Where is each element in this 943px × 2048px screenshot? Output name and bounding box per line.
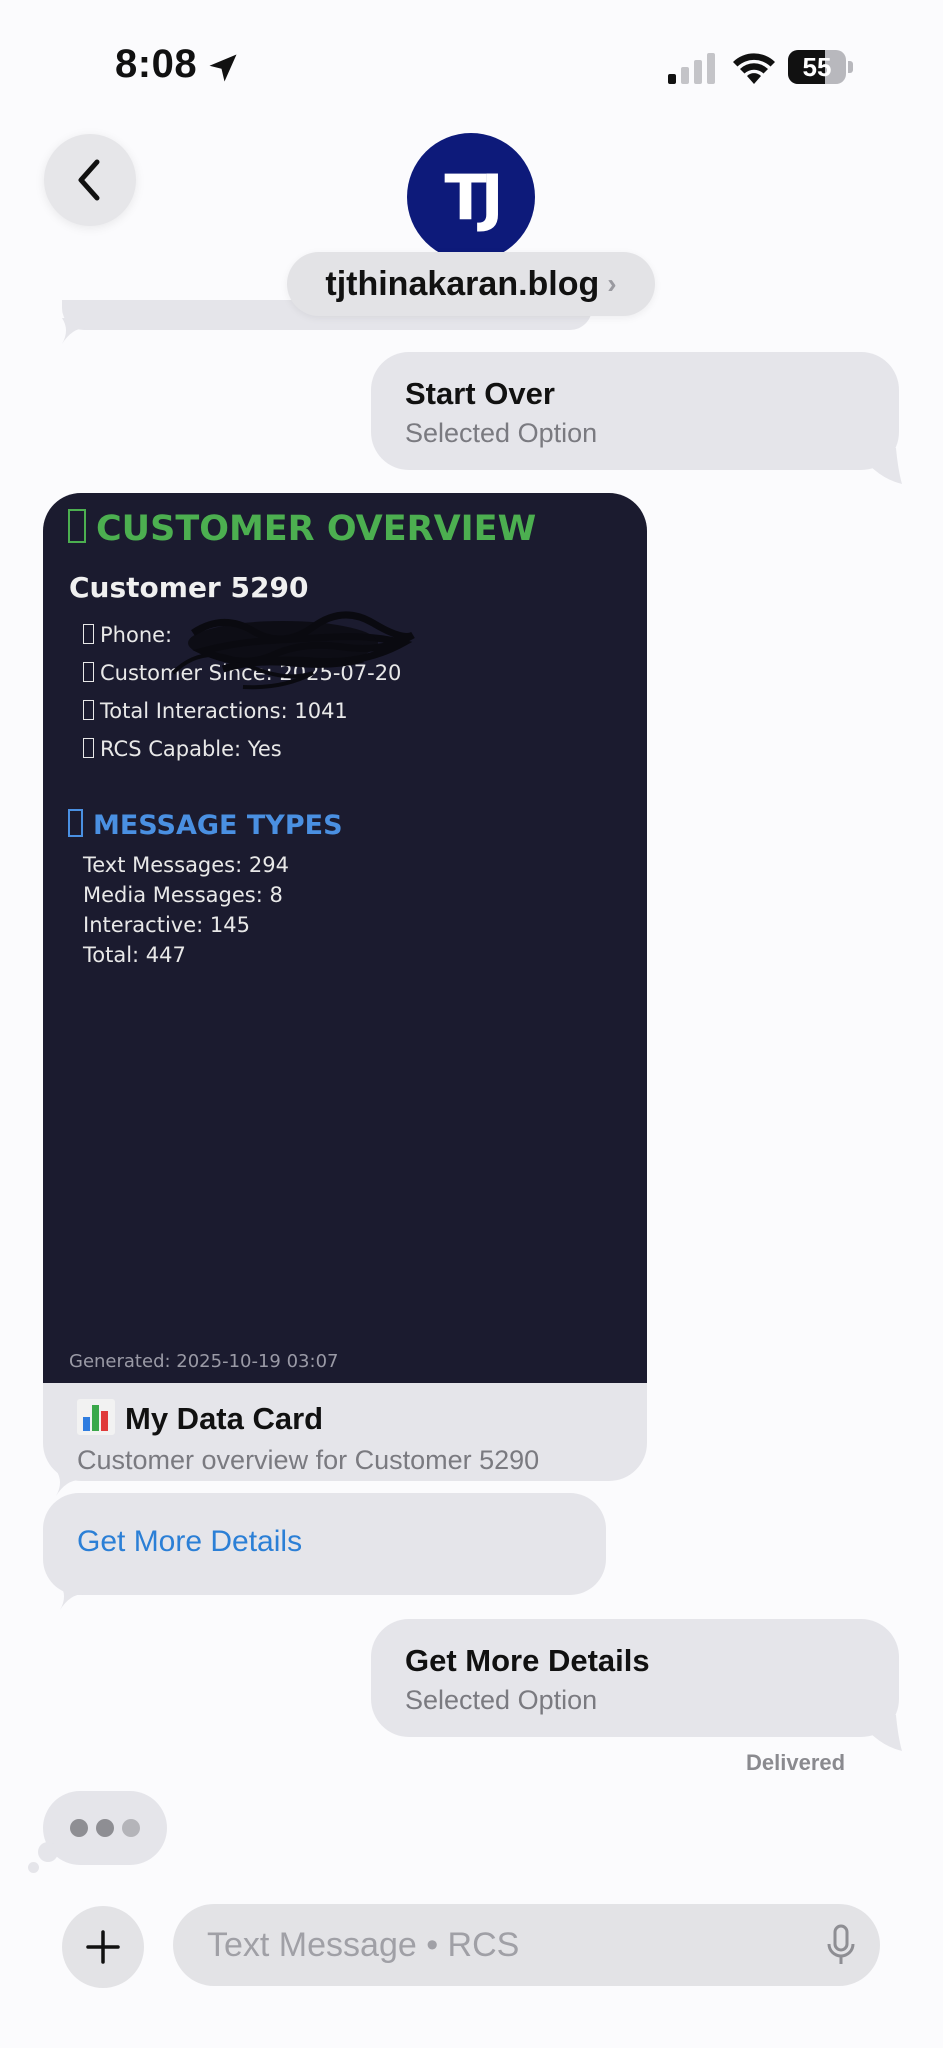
overview-title: CUSTOMER OVERVIEW — [68, 509, 536, 549]
sent-message-title: Get More Details — [405, 1643, 650, 1678]
sent-message-subtitle: Selected Option — [405, 418, 598, 448]
bubble-tail — [868, 1715, 902, 1751]
card-subtitle: Customer overview for Customer 5290 — [77, 1445, 540, 1475]
typing-indicator-tail — [38, 1842, 58, 1862]
message-input-field[interactable] — [173, 1904, 880, 1986]
generated-timestamp: Generated: 2025-10-19 03:07 — [69, 1351, 339, 1372]
info-rcs-capable: RCS Capable: Yes — [83, 737, 282, 761]
contact-name-button[interactable]: tjthinakaran.blog › — [287, 252, 655, 316]
bubble-tail — [62, 318, 86, 344]
sent-message-title: Start Over — [405, 376, 555, 411]
customer-name: Customer 5290 — [69, 571, 309, 604]
total-count: Total: 447 — [83, 943, 186, 967]
info-phone: Phone: — [83, 623, 172, 647]
suggested-reply-label: Get More Details — [77, 1525, 303, 1558]
text-messages-count: Text Messages: 294 — [83, 853, 289, 877]
contact-avatar[interactable]: TJ — [407, 133, 535, 261]
interactive-count: Interactive: 145 — [83, 913, 250, 937]
contact-name: tjthinakaran.blog — [325, 264, 600, 303]
bubble-tail — [60, 1584, 84, 1610]
message-input[interactable] — [207, 1904, 787, 1986]
add-attachment-button[interactable] — [62, 1906, 144, 1988]
battery-icon: 55 — [788, 50, 854, 86]
typing-indicator — [43, 1791, 167, 1865]
sent-message-bubble[interactable]: Get More Details Selected Option — [371, 1619, 899, 1737]
sent-message-bubble[interactable]: Start Over Selected Option — [371, 352, 899, 470]
cellular-signal-icon — [668, 53, 715, 84]
plus-icon — [86, 1930, 120, 1964]
redaction-scribble — [171, 611, 415, 690]
media-messages-count: Media Messages: 8 — [83, 883, 283, 907]
battery-level: 55 — [802, 52, 832, 82]
sent-message-subtitle: Selected Option — [405, 1685, 598, 1715]
rich-card[interactable]: CUSTOMER OVERVIEW Customer 5290 Phone: C… — [43, 493, 647, 1481]
suggested-reply-button[interactable]: Get More Details — [43, 1493, 606, 1595]
customer-overview-image: CUSTOMER OVERVIEW Customer 5290 Phone: C… — [43, 493, 647, 1383]
bar-chart-icon — [77, 1399, 115, 1435]
card-title: My Data Card — [77, 1399, 323, 1437]
status-time: 8:08 — [115, 42, 198, 86]
wifi-icon — [733, 53, 775, 84]
microphone-icon[interactable] — [826, 1924, 856, 1968]
bubble-tail — [868, 448, 902, 484]
chevron-right-icon: › — [607, 268, 617, 299]
message-types-title: MESSAGE TYPES — [68, 809, 343, 841]
chevron-left-icon — [78, 159, 100, 201]
back-button[interactable] — [44, 134, 136, 226]
location-arrow-icon — [209, 54, 237, 82]
typing-indicator-tail — [28, 1862, 39, 1873]
delivered-status: Delivered — [746, 1750, 846, 1775]
info-total-interactions: Total Interactions: 1041 — [83, 699, 348, 723]
